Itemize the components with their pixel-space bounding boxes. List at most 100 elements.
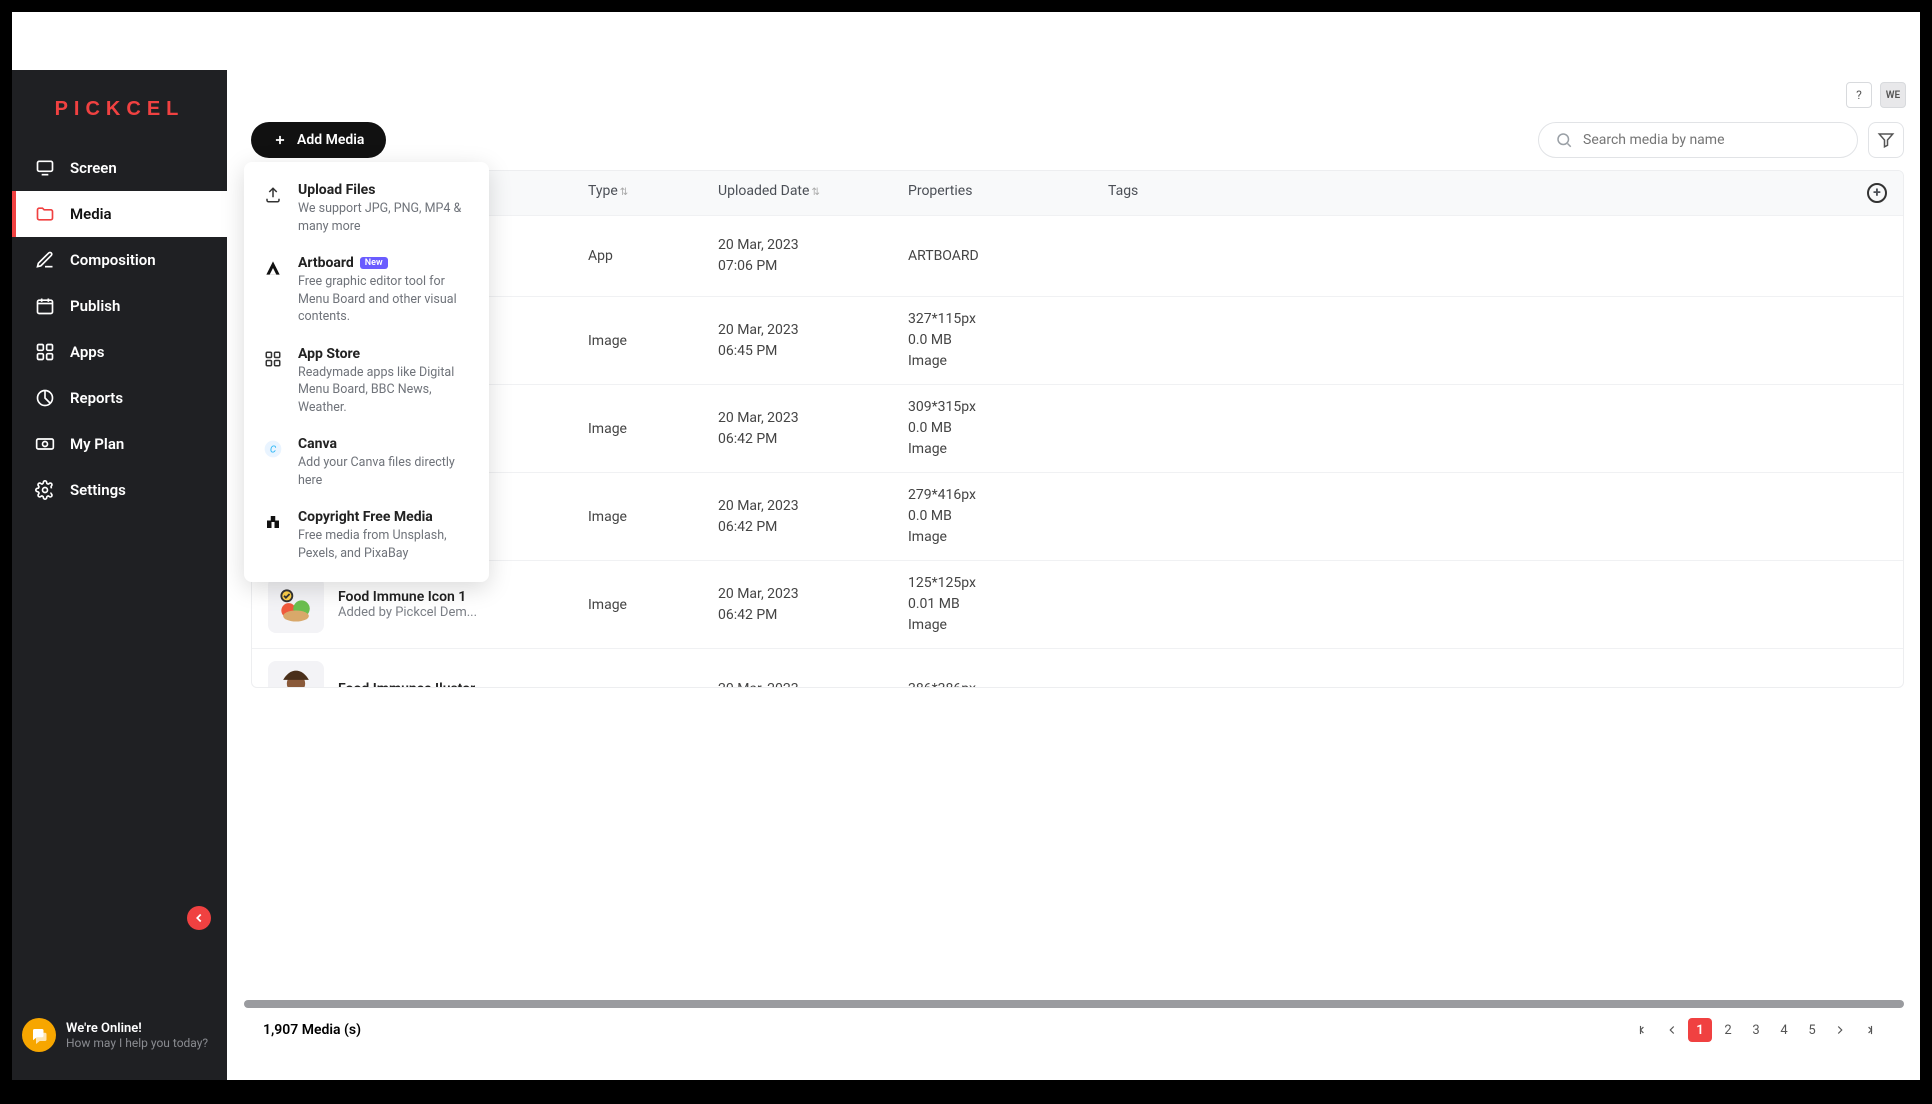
page-next[interactable] [1828,1018,1852,1042]
table-row[interactable]: Food Immune Icon 1 Added by Pickcel Dem.… [252,560,1903,648]
sidebar-item-composition[interactable]: Composition [12,237,227,283]
th-uploaded[interactable]: Uploaded Date⇅ [718,183,908,203]
th-type[interactable]: Type⇅ [588,183,718,203]
sidebar-item-label: My Plan [70,435,124,453]
edit-icon [34,249,56,271]
new-badge: New [360,257,388,269]
page-prev[interactable] [1660,1018,1684,1042]
monitor-icon [34,157,56,179]
add-media-label: Add Media [297,132,364,148]
canva-icon: C [262,438,284,460]
sidebar-item-publish[interactable]: Publish [12,283,227,329]
sidebar-item-my-plan[interactable]: My Plan [12,421,227,467]
sidebar-item-label: Media [70,205,112,223]
upload-icon [262,184,284,206]
help-button[interactable]: ? [1846,82,1872,108]
row-uploaded: 20 Mar, 202306:42 PM [718,408,908,450]
row-type: Image [588,333,718,349]
add-column-button[interactable]: + [1867,183,1887,203]
chat-icon [22,1018,56,1052]
plus-icon [273,133,287,147]
add-media-button[interactable]: Add Media [251,122,386,158]
sort-icon: ⇅ [811,187,819,198]
appstore-icon [262,348,284,370]
th-tags: Tags [1108,183,1827,203]
table-header-row: Name Type⇅ Uploaded Date⇅ Properties Tag… [252,171,1903,215]
table-row[interactable]: Added by Pickcel Dem... Image 20 Mar, 20… [252,472,1903,560]
row-subtitle: Added by Pickcel Dem... [338,605,477,620]
sidebar-item-media[interactable]: Media [12,191,227,237]
gear-icon [34,479,56,501]
calendar-icon [34,295,56,317]
row-type: Image [588,597,718,613]
page-last[interactable] [1856,1018,1880,1042]
grid-icon [34,341,56,363]
row-title: Food Immunce Ilustor [338,681,475,687]
sidebar-item-label: Settings [70,481,126,499]
row-type: Image [588,509,718,525]
row-uploaded: 20 Mar, 202306:42 PM [718,584,908,626]
sidebar-item-screen[interactable]: Screen [12,145,227,191]
sidebar-item-label: Screen [70,159,117,177]
artboard-icon [262,257,284,279]
th-properties: Properties [908,183,1108,203]
collapse-sidebar-button[interactable] [187,906,211,930]
chat-prompt: How may I help you today? [66,1036,208,1050]
row-uploaded: 20 Mar, 202306:45 PM [718,320,908,362]
sidebar-item-label: Publish [70,297,120,315]
sidebar: PICKCEL Screen Media Composition [12,70,227,1080]
media-count: 1,907 Media (s) [263,1022,361,1038]
row-properties: 279*416px0.0 MBImage [908,485,1108,548]
filter-button[interactable] [1868,122,1904,158]
table-row[interactable]: …m App 20 Mar, 202307:06 PM ARTBOARD [252,215,1903,296]
sidebar-item-label: Composition [70,251,156,269]
table-row[interactable]: Food Immunce Ilustor 20 Mar, 2023 386*38… [252,648,1903,687]
media-table: Name Type⇅ Uploaded Date⇅ Properties Tag… [251,170,1904,688]
footer: 1,907 Media (s) 12345 [227,1008,1920,1052]
cfm-icon [262,511,284,533]
dropdown-item-appstore[interactable]: App Store Readymade apps like Digital Me… [244,336,489,427]
search-field[interactable] [1538,122,1858,158]
row-type: App [588,248,718,264]
row-uploaded: 20 Mar, 202306:42 PM [718,496,908,538]
horizontal-scrollbar[interactable] [244,1000,1904,1008]
dropdown-item-canva[interactable]: C Canva Add your Canva files directly he… [244,426,489,499]
pagination: 12345 [1632,1018,1880,1042]
page-3[interactable]: 3 [1744,1018,1768,1042]
table-row[interactable]: …Re... Image 20 Mar, 202306:45 PM 327*11… [252,296,1903,384]
sidebar-item-settings[interactable]: Settings [12,467,227,513]
row-uploaded: 20 Mar, 2023 [718,679,908,688]
avatar-badge[interactable]: WE [1880,82,1906,108]
page-1[interactable]: 1 [1688,1018,1712,1042]
nav: Screen Media Composition Publish [12,145,227,513]
dropdown-item-upload[interactable]: Upload Files We support JPG, PNG, MP4 & … [244,172,489,245]
chat-status: We're Online! [66,1021,208,1036]
row-properties: 125*125px0.01 MBImage [908,573,1108,636]
filter-icon [1877,131,1895,149]
sidebar-item-label: Reports [70,389,123,407]
table-row[interactable]: Image 20 Mar, 202306:42 PM 309*315px0.0 … [252,384,1903,472]
sidebar-item-apps[interactable]: Apps [12,329,227,375]
search-icon [1555,131,1573,149]
chat-widget[interactable]: We're Online! How may I help you today? [22,1018,208,1052]
sort-icon: ⇅ [620,187,628,198]
svg-text:C: C [270,444,277,455]
row-uploaded: 20 Mar, 202307:06 PM [718,235,908,277]
sidebar-item-reports[interactable]: Reports [12,375,227,421]
row-properties: 309*315px0.0 MBImage [908,397,1108,460]
page-4[interactable]: 4 [1772,1018,1796,1042]
brand-logo: PICKCEL [12,70,227,135]
folder-icon [34,203,56,225]
dropdown-item-cfm[interactable]: Copyright Free Media Free media from Uns… [244,499,489,572]
page-5[interactable]: 5 [1800,1018,1824,1042]
dropdown-item-artboard[interactable]: ArtboardNew Free graphic editor tool for… [244,245,489,336]
search-input[interactable] [1583,132,1841,148]
thumbnail [268,661,324,687]
add-media-dropdown: Upload Files We support JPG, PNG, MP4 & … [244,162,489,582]
cash-icon [34,433,56,455]
page-first[interactable] [1632,1018,1656,1042]
row-title: Food Immune Icon 1 [338,589,477,605]
sidebar-item-label: Apps [70,343,104,361]
thumbnail [268,577,324,633]
page-2[interactable]: 2 [1716,1018,1740,1042]
